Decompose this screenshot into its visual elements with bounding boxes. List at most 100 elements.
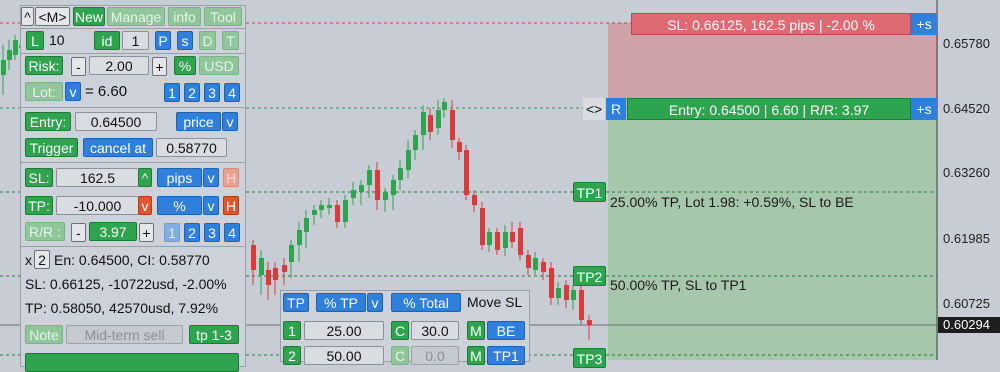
sl-unit-dropdown[interactable]: v [203,168,219,187]
note-button[interactable]: Note [25,325,63,344]
rr-preset-1[interactable]: 1 [164,223,180,242]
rr-preset-4[interactable]: 4 [224,223,240,242]
entry-add-button[interactable]: +s [911,98,937,120]
id-button[interactable]: id [94,31,120,50]
ptp-percent-input[interactable]: 25.00 [304,321,384,340]
ptp-close-toggle[interactable]: C [391,346,409,365]
entry-level-label[interactable]: Entry: 0.64500 | 6.60 | R/R: 3.97 [627,98,911,120]
cancel-at-button[interactable]: cancel at [83,138,153,157]
tp-range-button[interactable]: tp 1-3 [189,325,239,344]
ptp-pct-tp-dropdown[interactable]: v [367,293,383,312]
lot-preset-2[interactable]: 2 [184,83,200,102]
sl-summary: SL: 0.66125, -10722usd, -2.00% [25,276,227,292]
ptp-move-toggle[interactable]: M [467,346,485,365]
lot-preset-3[interactable]: 3 [204,83,220,102]
entry-type-dropdown[interactable]: v [222,112,238,131]
tab-tool[interactable]: Tool [204,7,242,26]
ptp-move-toggle[interactable]: M [467,321,485,340]
tp1-tag[interactable]: TP1 [573,182,606,202]
tab-manage[interactable]: Manage [107,7,165,26]
risk-label-button[interactable]: Risk: [25,56,63,75]
entry-drag-handle[interactable]: <> [583,98,605,120]
sl-input[interactable]: 162.5 [56,168,139,187]
tp1-description: 25.00% TP, Lot 1.98: +0.59%, SL to BE [610,194,854,210]
tab-new[interactable]: New [73,7,105,26]
lot-label-button[interactable]: Lot: [25,82,63,101]
rr-plus-button[interactable]: + [139,223,154,242]
ptp-move-sl-header: Move SL [467,294,523,310]
candle-body [282,265,287,272]
entry-label-button[interactable]: Entry: [25,112,71,131]
ptp-close-input[interactable]: 30.0 [411,321,459,340]
risk-plus-button[interactable]: + [152,57,167,76]
d-button[interactable]: D [199,31,216,50]
tp-dropdown-button[interactable]: v [138,196,152,215]
ptp-pct-tp-select[interactable]: % TP [316,293,366,312]
sl-level-label[interactable]: SL: 0.66125, 162.5 pips | -2.00 % [631,13,911,35]
sl-hide-button[interactable]: H [223,168,239,187]
risk-percent-button[interactable]: % [174,56,196,75]
candle-body [351,190,356,198]
collapse-button[interactable]: ^ [21,7,34,26]
rr-preset-2[interactable]: 2 [184,223,200,242]
tp-unit-dropdown[interactable]: v [203,196,219,215]
tp-unit-select[interactable]: % [157,196,202,215]
tp3-tag[interactable]: TP3 [573,348,606,368]
ptp-move-select[interactable]: BE [487,321,525,340]
minimize-button[interactable]: <M> [35,7,70,26]
ptp-percent-input[interactable]: 50.00 [304,346,384,365]
note-input[interactable]: Mid-term sell [66,325,183,344]
ptp-move-select[interactable]: TP1 [487,346,525,365]
line-toggle-button[interactable]: L [26,31,44,50]
entry-reset-button[interactable]: R [606,98,626,120]
risk-input[interactable]: 2.00 [89,56,149,75]
p-button[interactable]: P [155,31,171,50]
s-button[interactable]: s [177,31,193,50]
candle-body [7,50,12,60]
rr-minus-button[interactable]: - [71,223,86,242]
candle-body [1,60,6,75]
lot-preset-1[interactable]: 1 [164,83,180,102]
sl-label-button[interactable]: SL: [25,168,53,187]
entry-input[interactable]: 0.64500 [75,112,157,131]
sl-caret-button[interactable]: ^ [138,168,152,187]
lot-preset-4[interactable]: 4 [224,83,240,102]
risk-minus-button[interactable]: - [71,57,86,76]
rr-input[interactable]: 3.97 [89,222,137,241]
cancel-at-input[interactable]: 0.58770 [156,138,227,157]
candle-body [359,185,364,192]
candle-body [556,288,561,298]
tp2-description: 50.00% TP, SL to TP1 [610,277,747,293]
sl-unit-select[interactable]: pips [157,168,202,187]
candle-body [495,232,500,250]
multiplier-input[interactable]: 2 [34,250,50,269]
t-button[interactable]: T [222,31,239,50]
tp-hide-button[interactable]: H [223,196,239,215]
entry-type-select[interactable]: price [176,112,221,131]
lot-dropdown[interactable]: v [65,82,81,101]
partial-tp-panel: TP % TP v % Total Move SL 1 25.00 C 30.0… [280,290,530,365]
tp-summary: TP: 0.58050, 42570usd, 7.92% [25,300,219,316]
rr-preset-3[interactable]: 3 [204,223,220,242]
risk-usd-button[interactable]: USD [199,56,239,75]
candle-body [549,268,554,298]
tp2-tag[interactable]: TP2 [573,266,606,286]
candle-body [450,110,455,140]
ptp-close-toggle[interactable]: C [391,321,409,340]
sl-add-button[interactable]: +s [911,13,937,35]
ptp-close-input[interactable]: 0.0 [411,346,459,365]
rr-label-button[interactable]: R/R : [25,222,65,241]
tab-info[interactable]: info [168,7,201,26]
trigger-button[interactable]: Trigger [25,138,78,157]
tp-label-button[interactable]: TP: [25,196,53,215]
ptp-pct-total-button[interactable]: % Total [391,293,461,312]
entry-summary: En: 0.64500, CI: 0.58770 [54,252,210,268]
candle-body [312,210,317,215]
candle-body [13,40,18,55]
lines-count: 10 [49,32,65,48]
ptp-tp-header[interactable]: TP [283,293,309,312]
place-order-button[interactable] [25,353,239,372]
id-input[interactable]: 1 [122,31,149,50]
candle-body [383,192,388,200]
tp-input[interactable]: -10.000 [56,196,139,215]
